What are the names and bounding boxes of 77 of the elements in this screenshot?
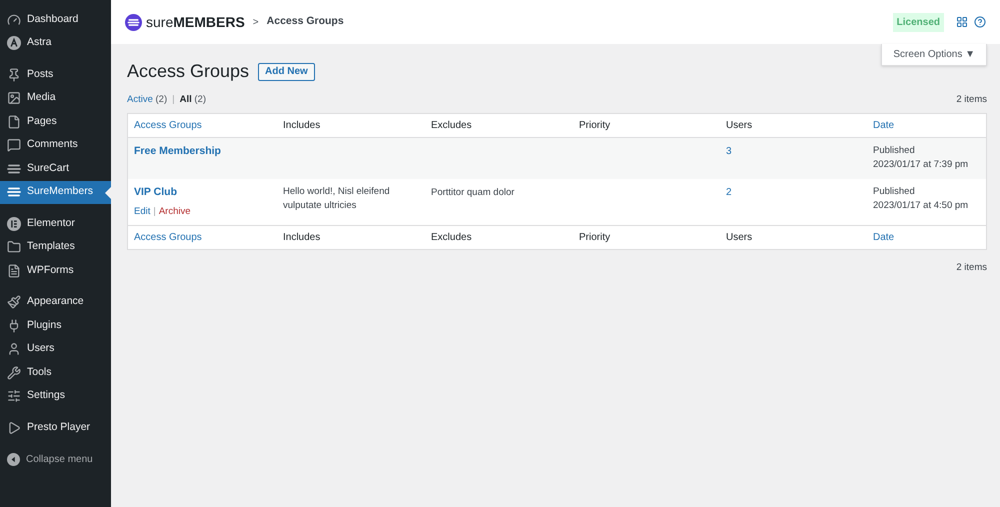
sidebar-item[interactable]: Comments bbox=[0, 134, 111, 157]
logo-icon bbox=[125, 14, 142, 30]
letter-a-icon bbox=[7, 36, 21, 50]
sidebar-item[interactable]: Astra bbox=[0, 32, 111, 55]
screen-options-button[interactable]: Screen Options ▼ bbox=[881, 44, 987, 66]
sidebar-item[interactable]: Tools bbox=[0, 361, 111, 384]
logo-text: sureMEMBERS bbox=[146, 12, 245, 32]
table-cell: Porttitor quam dolor bbox=[431, 187, 514, 198]
filter-separator: | bbox=[172, 93, 175, 107]
sidebar-item[interactable]: SureCart bbox=[0, 157, 111, 180]
letter-e-icon bbox=[7, 216, 21, 231]
current-pointer-icon bbox=[105, 186, 111, 198]
sidebar-item[interactable]: Posts bbox=[0, 63, 111, 86]
users-count-link[interactable]: 3 bbox=[726, 146, 732, 158]
status-text: Published bbox=[873, 185, 916, 200]
collapse-icon bbox=[7, 452, 20, 466]
column-header: Includes bbox=[282, 231, 322, 246]
pages-icon bbox=[7, 114, 21, 129]
date-text: 2023/01/17 at 4:50 pm bbox=[873, 199, 970, 214]
plug-icon bbox=[7, 318, 21, 333]
column-header[interactable]: Access Groups bbox=[128, 230, 277, 246]
sidebar-item[interactable]: Settings bbox=[0, 384, 111, 408]
collapse-menu-button[interactable]: Collapse menu bbox=[0, 448, 111, 470]
folder-icon bbox=[7, 240, 21, 254]
status-filter-link[interactable]: All (2) bbox=[180, 93, 206, 108]
media-icon bbox=[7, 91, 21, 106]
column-header: Priority bbox=[578, 119, 612, 134]
status-filter-link[interactable]: Active (2) bbox=[127, 93, 168, 108]
column-header: Priority bbox=[578, 231, 612, 246]
column-header[interactable]: Access Groups bbox=[128, 118, 277, 134]
column-header: Excludes bbox=[430, 119, 473, 134]
sidebar-item[interactable]: Presto Player bbox=[0, 416, 111, 440]
page-title: Access Groups bbox=[127, 60, 250, 83]
pin-icon bbox=[7, 68, 21, 82]
sidebar-item[interactable]: Plugins bbox=[0, 314, 111, 338]
brush-icon bbox=[7, 295, 21, 310]
column-header[interactable]: Date bbox=[867, 118, 986, 134]
table-cell-text: Hello world!, Nisl eleifend vulputate ultricies bbox=[283, 185, 391, 214]
items-count: 2 items bbox=[956, 93, 987, 107]
user-icon bbox=[7, 342, 21, 356]
items-count: 2 items bbox=[956, 261, 987, 276]
sidebar-item[interactable]: Dashboard bbox=[0, 8, 111, 32]
group-name-link[interactable]: Free Membership bbox=[134, 144, 277, 160]
breadcrumb-separator: > bbox=[252, 16, 259, 30]
users-count-link[interactable]: 2 bbox=[726, 187, 732, 198]
stripes-icon bbox=[7, 187, 21, 198]
sidebar-item[interactable]: Appearance bbox=[0, 290, 111, 314]
row-action-link[interactable]: Archive bbox=[158, 205, 191, 220]
wrench-icon bbox=[7, 366, 21, 380]
add-new-button[interactable]: Add New bbox=[258, 62, 315, 80]
sidebar-item[interactable]: Users bbox=[0, 338, 111, 361]
sidebar-item[interactable]: Pages bbox=[0, 110, 111, 134]
sidebar-item[interactable]: SureMembers bbox=[0, 180, 111, 204]
grid-icon[interactable] bbox=[956, 16, 968, 28]
status-text: Published bbox=[873, 144, 916, 158]
action-separator: | bbox=[153, 205, 156, 219]
licensed-badge: Licensed bbox=[892, 12, 944, 32]
column-header: Users bbox=[725, 119, 754, 134]
form-icon bbox=[7, 264, 21, 278]
column-header: Excludes bbox=[430, 231, 473, 246]
date-text: 2023/01/17 at 7:39 pm bbox=[873, 158, 970, 172]
breadcrumb-text: Access Groups bbox=[266, 14, 344, 30]
help-icon[interactable] bbox=[974, 16, 986, 28]
stripes-icon bbox=[7, 164, 21, 174]
comment-icon bbox=[7, 138, 21, 152]
column-header: Includes bbox=[282, 119, 322, 134]
settings-icon bbox=[7, 389, 21, 404]
group-name-link[interactable]: VIP Club bbox=[134, 185, 277, 201]
column-header: Users bbox=[725, 231, 754, 246]
sidebar-item[interactable]: Media bbox=[0, 86, 111, 110]
sidebar-item[interactable]: Templates bbox=[0, 236, 111, 259]
row-action-link[interactable]: Edit bbox=[134, 205, 150, 220]
play-icon bbox=[7, 420, 21, 435]
sidebar-item[interactable]: Elementor bbox=[0, 212, 111, 236]
column-header[interactable]: Date bbox=[867, 230, 986, 246]
dashboard-icon bbox=[7, 12, 21, 27]
sidebar-item[interactable]: WPForms bbox=[0, 259, 111, 282]
